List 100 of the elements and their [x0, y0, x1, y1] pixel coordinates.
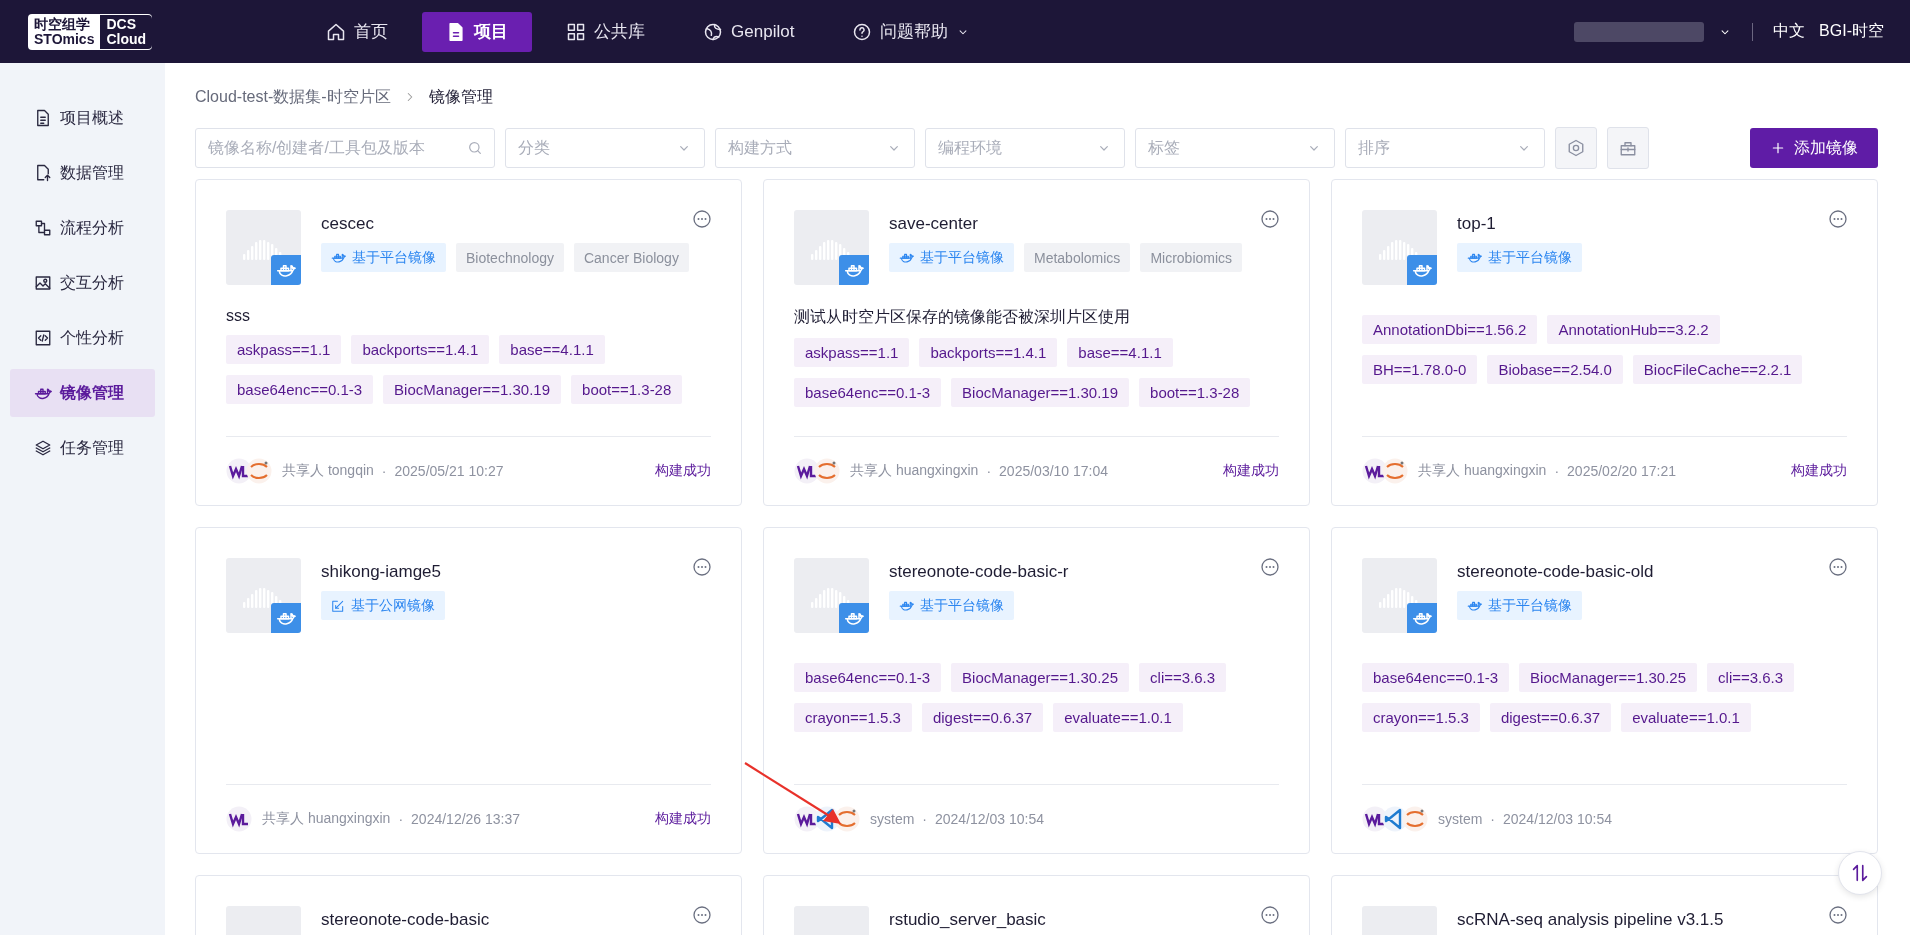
- sidebar-item[interactable]: 数据管理: [10, 149, 155, 197]
- sharer-text: 共享人 tongqin: [282, 462, 374, 480]
- image-title: cescec: [321, 214, 375, 234]
- more-icon[interactable]: [1261, 906, 1279, 924]
- category-tag: Biotechnology: [456, 243, 564, 272]
- sharer-text: system: [870, 811, 915, 827]
- package-chip: digest==0.6.37: [1489, 703, 1612, 732]
- separator-dot: ·: [381, 463, 387, 479]
- image-title: top-1: [1457, 214, 1497, 234]
- logo[interactable]: 时空组学 STOmics DCS Cloud: [28, 13, 153, 50]
- nav-tab[interactable]: 项目: [422, 11, 533, 52]
- more-icon[interactable]: [1829, 210, 1847, 228]
- more-icon[interactable]: [693, 210, 711, 228]
- more-icon[interactable]: [693, 906, 711, 924]
- sidebar-item[interactable]: 项目概述: [10, 94, 155, 142]
- package-chip: backports==1.4.1: [351, 335, 490, 364]
- package-chip: AnnotationHub==3.2.2: [1547, 315, 1720, 344]
- nav-tab[interactable]: 公共库: [542, 11, 670, 52]
- package-chip: BiocManager==1.30.25: [951, 663, 1130, 692]
- source-badge: 基于平台镜像: [1457, 591, 1582, 620]
- nav-tab[interactable]: 首页: [302, 11, 413, 52]
- package-chip: base==4.1.1: [1067, 338, 1173, 367]
- package-chip: base64enc==0.1-3: [226, 375, 374, 404]
- notebook-logo-icon: [1402, 806, 1428, 832]
- more-icon[interactable]: [1261, 210, 1279, 228]
- package-chip: base64enc==0.1-3: [1362, 663, 1510, 692]
- source-badge: 基于平台镜像: [889, 243, 1014, 272]
- source-badge: 基于平台镜像: [889, 591, 1014, 620]
- package-chip: evaluate==1.0.1: [1621, 703, 1751, 732]
- package-chip: BiocManager==1.30.19: [951, 378, 1130, 407]
- document-icon: [34, 109, 52, 127]
- image-title: stereonote-code-basic: [321, 910, 490, 930]
- sharer-text: 共享人 huangxingxin: [262, 810, 391, 828]
- sidebar-item[interactable]: 个性分析: [10, 314, 155, 362]
- category-tag: Metabolomics: [1024, 243, 1131, 272]
- notebook-logo-icon: [246, 458, 272, 484]
- notebook-logo-icon: [814, 458, 840, 484]
- package-chip: Biobase==2.54.0: [1487, 355, 1623, 384]
- organization-name[interactable]: BGI-时空: [1819, 21, 1884, 42]
- nav-tab[interactable]: Genpilot: [679, 11, 819, 52]
- add-image-button[interactable]: 添加镜像: [1750, 128, 1878, 168]
- package-chip: base64enc==0.1-3: [794, 378, 942, 407]
- build-status: 构建成功: [1223, 462, 1279, 480]
- more-icon[interactable]: [693, 558, 711, 576]
- date-text: 2025/03/10 17:04: [999, 463, 1109, 479]
- sharer-text: 共享人 huangxingxin: [1418, 462, 1547, 480]
- build-status: 构建成功: [655, 810, 711, 828]
- more-icon[interactable]: [1261, 558, 1279, 576]
- package-chip: crayon==1.5.3: [1362, 703, 1480, 732]
- package-chip: BH==1.78.0-0: [1362, 355, 1478, 384]
- flowchart-icon: [34, 219, 52, 237]
- package-chip: BiocManager==1.30.19: [383, 375, 562, 404]
- notebook-logo-icon: [834, 806, 860, 832]
- search-icon: [467, 140, 483, 156]
- sidebar-item[interactable]: 流程分析: [10, 204, 155, 252]
- search-field[interactable]: 镜像名称/创建者/工具包及版本: [195, 128, 495, 168]
- package-chip: backports==1.4.1: [919, 338, 1058, 367]
- workflow-logo-icon: [794, 806, 820, 832]
- package-chip: askpass==1.1: [226, 335, 342, 364]
- package-chip: digest==0.6.37: [921, 703, 1044, 732]
- package-chip: crayon==1.5.3: [794, 703, 912, 732]
- code-icon: [34, 329, 52, 347]
- more-icon[interactable]: [1829, 906, 1847, 924]
- image-title: shikong-iamge5: [321, 562, 442, 582]
- category-tag: Microbiomics: [1140, 243, 1243, 272]
- separator-dot: ·: [986, 463, 992, 479]
- breadcrumb-item[interactable]: Cloud-test-数据集-时空片区: [195, 86, 391, 108]
- sidebar-item[interactable]: 任务管理: [10, 424, 155, 472]
- import-icon: [331, 598, 345, 613]
- sidebar-item[interactable]: 交互分析: [10, 259, 155, 307]
- notebook-logo-icon: [1382, 458, 1408, 484]
- package-chip: cli==3.6.3: [1139, 663, 1227, 692]
- home-icon: [326, 21, 347, 42]
- package-chip: evaluate==1.0.1: [1053, 703, 1183, 732]
- more-icon[interactable]: [1829, 558, 1847, 576]
- sidebar-item[interactable]: 镜像管理: [10, 369, 155, 417]
- source-badge: 基于平台镜像: [1457, 243, 1582, 272]
- package-chip: boot==1.3-28: [1139, 378, 1251, 407]
- package-chip: BiocManager==1.30.25: [1519, 663, 1698, 692]
- toolbox-icon: [1619, 139, 1637, 157]
- source-badge: 基于公网镜像: [321, 591, 445, 620]
- language-link[interactable]: 中文: [1773, 21, 1806, 42]
- date-text: 2024/12/03 10:54: [1503, 811, 1612, 827]
- separator-dot: ·: [922, 811, 927, 827]
- nav-tab[interactable]: 问题帮助: [828, 11, 995, 52]
- picture-icon: [34, 274, 52, 292]
- date-text: 2024/12/26 13:37: [411, 811, 521, 827]
- sharer-text: 共享人 huangxingxin: [850, 462, 979, 480]
- source-badge: 基于平台镜像: [321, 243, 446, 272]
- file-upload-icon: [34, 164, 52, 182]
- globe-icon: [703, 21, 724, 42]
- date-text: 2025/05/21 10:27: [394, 463, 504, 479]
- image-title: stereonote-code-basic-old: [1457, 562, 1654, 582]
- package-chip: BiocFileCache==2.2.1: [1632, 355, 1803, 384]
- toolbox-button[interactable]: [1607, 127, 1649, 169]
- package-chip: boot==1.3-28: [571, 375, 683, 404]
- hexagon-gear-icon: [1567, 139, 1585, 157]
- settings-button[interactable]: [1555, 127, 1597, 169]
- plus-icon: [1770, 140, 1786, 156]
- image-description: sss: [226, 307, 251, 325]
